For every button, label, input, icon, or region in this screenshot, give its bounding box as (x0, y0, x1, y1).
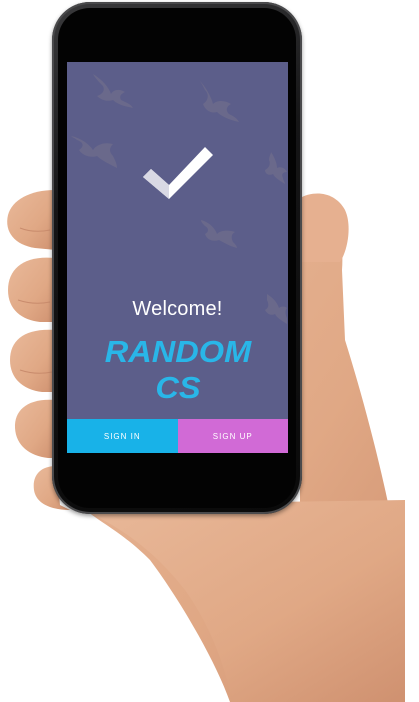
checkmark-icon (143, 147, 213, 199)
bird-icon (201, 220, 237, 248)
bird-icon (265, 152, 287, 184)
sign-up-button[interactable]: SIGN UP (177, 419, 288, 453)
bird-icon (93, 74, 133, 108)
bird-icon (71, 136, 117, 168)
bird-icon (199, 80, 239, 122)
sign-in-button[interactable]: SIGN IN (67, 419, 178, 453)
welcome-heading: Welcome! (132, 298, 223, 320)
brand-logo: RANDOM CS (104, 334, 252, 405)
